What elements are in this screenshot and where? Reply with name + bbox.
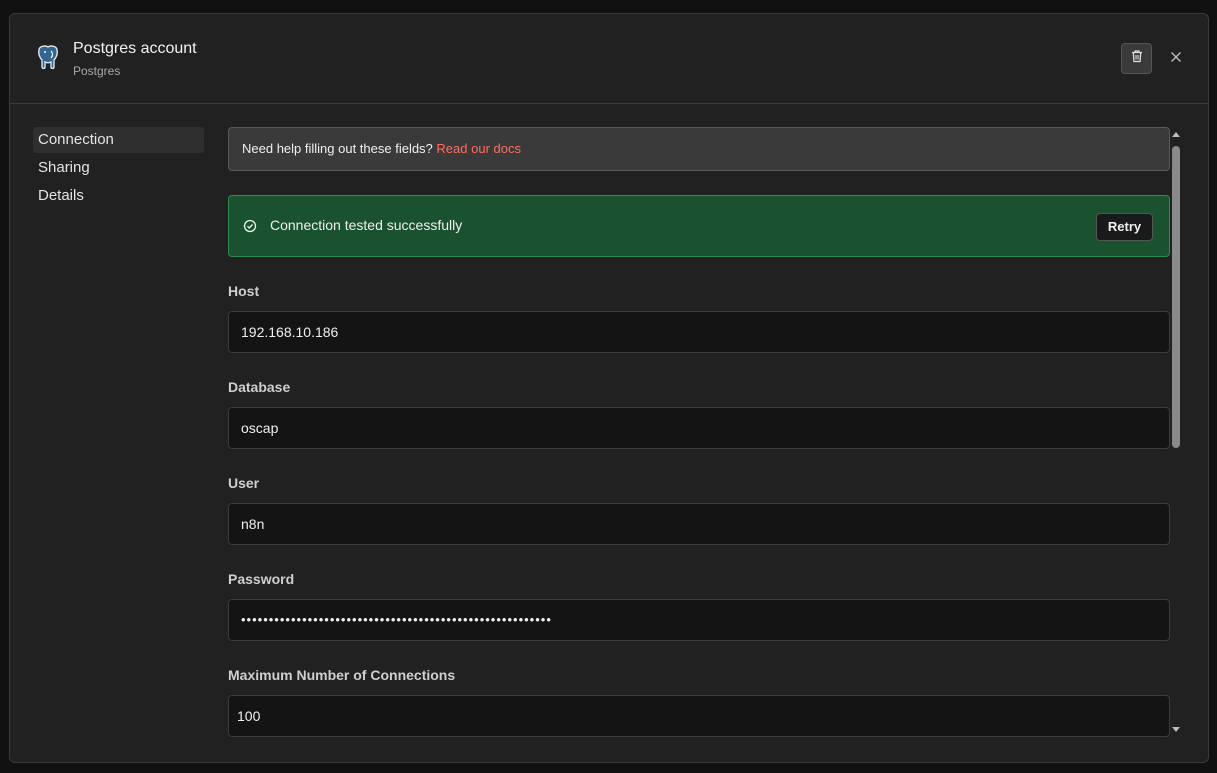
connection-status-banner: Connection tested successfully Retry — [228, 195, 1170, 257]
max-connections-field[interactable]: 100 — [228, 695, 1170, 737]
database-label: Database — [228, 379, 291, 395]
password-label: Password — [228, 571, 295, 587]
check-circle-icon — [243, 219, 257, 233]
database-field[interactable]: oscap — [228, 407, 1170, 449]
sidebar-item-details[interactable]: Details — [33, 183, 204, 209]
help-banner: Need help filling out these fields? Read… — [228, 127, 1170, 171]
scroll-up-arrow[interactable] — [1172, 132, 1180, 137]
sidebar-item-connection[interactable]: Connection — [33, 127, 204, 153]
scroll-thumb[interactable] — [1172, 146, 1180, 448]
sidebar-item-sharing[interactable]: Sharing — [33, 155, 204, 181]
close-button[interactable] — [1166, 49, 1186, 69]
docs-link[interactable]: Read our docs — [436, 141, 521, 156]
retry-button[interactable]: Retry — [1096, 213, 1153, 241]
trash-icon — [1130, 49, 1144, 68]
connection-form: Need help filling out these fields? Read… — [228, 127, 1170, 749]
help-text: Need help filling out these fields? — [242, 141, 433, 156]
scroll-down-arrow[interactable] — [1172, 727, 1180, 732]
status-text: Connection tested successfully — [270, 217, 463, 233]
modal-subtitle: Postgres — [73, 64, 121, 78]
user-field[interactable]: n8n — [228, 503, 1170, 545]
max-connections-label: Maximum Number of Connections — [228, 667, 456, 683]
modal-sidebar: Connection Sharing Details — [33, 127, 204, 211]
delete-button[interactable] — [1121, 43, 1152, 74]
form-scrollbar[interactable] — [1169, 127, 1183, 737]
modal-title: Postgres account — [73, 40, 197, 57]
password-field[interactable]: ••••••••••••••••••••••••••••••••••••••••… — [228, 599, 1170, 641]
postgres-elephant-icon — [34, 44, 62, 72]
close-icon — [1170, 50, 1182, 68]
modal-header: Postgres account Postgres — [10, 14, 1208, 104]
host-label: Host — [228, 283, 260, 299]
user-label: User — [228, 475, 260, 491]
host-field[interactable]: 192.168.10.186 — [228, 311, 1170, 353]
